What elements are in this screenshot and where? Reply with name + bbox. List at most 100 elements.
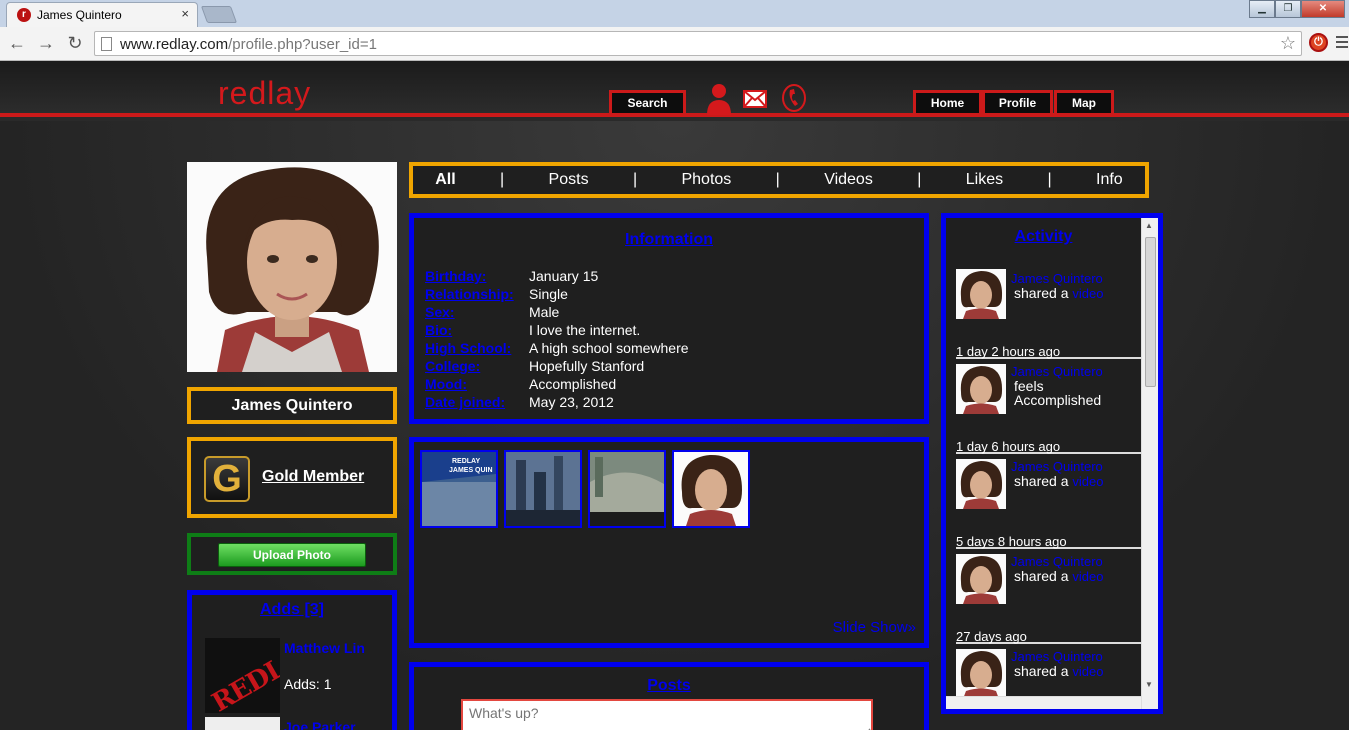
site-logo[interactable]: redlay xyxy=(218,75,311,112)
activity-avatar[interactable] xyxy=(956,649,1006,699)
activity-text: shared a video xyxy=(1014,663,1104,679)
activity-text: shared a video xyxy=(1014,568,1104,584)
add-avatar[interactable]: REDLAY xyxy=(205,638,280,713)
activity-title[interactable]: Activity xyxy=(946,228,1141,246)
scroll-thumb[interactable] xyxy=(1145,237,1156,387)
adds-title[interactable]: Adds [3] xyxy=(192,601,392,619)
map-button[interactable]: Map xyxy=(1054,90,1114,116)
activity-avatar[interactable] xyxy=(956,364,1006,414)
scroll-down-icon[interactable]: ▼ xyxy=(1145,680,1153,689)
home-button[interactable]: Home xyxy=(913,90,982,116)
gold-badge-icon: G xyxy=(204,456,250,502)
tab-all[interactable]: All xyxy=(435,171,455,189)
tab-likes[interactable]: Likes xyxy=(966,171,1003,189)
status-input[interactable] xyxy=(461,699,873,730)
browser-tab[interactable]: r James Quintero × xyxy=(6,2,198,27)
membership-panel: G Gold Member xyxy=(187,437,397,518)
user-icon[interactable] xyxy=(706,83,732,115)
info-label[interactable]: Bio: xyxy=(425,322,529,340)
profile-button[interactable]: Profile xyxy=(982,90,1053,116)
new-tab-button[interactable] xyxy=(200,6,238,23)
add-count: Adds: 1 xyxy=(284,676,332,692)
info-label[interactable]: Sex: xyxy=(425,304,529,322)
info-label[interactable]: Relationship: xyxy=(425,286,529,304)
activity-avatar[interactable] xyxy=(956,269,1006,319)
tab-close-icon[interactable]: × xyxy=(181,6,189,21)
activity-scrollbar[interactable]: ▲ ▼ xyxy=(1141,218,1158,709)
forward-icon[interactable]: → xyxy=(35,33,57,53)
tab-title: James Quintero xyxy=(37,8,122,22)
activity-user-link[interactable]: James Quintero xyxy=(1011,649,1103,664)
tab-posts[interactable]: Posts xyxy=(549,171,589,189)
info-row: Birthday: January 15 xyxy=(425,268,689,286)
photo-thumbnail[interactable]: REDLAY JAMES QUIN xyxy=(420,450,498,528)
tab-separator: | xyxy=(775,171,780,188)
info-label[interactable]: Birthday: xyxy=(425,268,529,286)
photo-thumbnail[interactable] xyxy=(588,450,666,528)
svg-text:JAMES QUIN: JAMES QUIN xyxy=(449,467,493,474)
scroll-up-icon[interactable]: ▲ xyxy=(1145,221,1153,230)
activity-horizontal-scrollbar[interactable] xyxy=(946,696,1141,709)
activity-user-link[interactable]: James Quintero xyxy=(1011,364,1103,379)
upload-photo-button[interactable]: Upload Photo xyxy=(218,543,366,567)
activity-user-link[interactable]: James Quintero xyxy=(1011,554,1103,569)
info-row: Date joined: May 23, 2012 xyxy=(425,394,689,412)
tab-separator: | xyxy=(632,171,638,188)
upload-panel: Upload Photo xyxy=(187,533,397,575)
info-value: May 23, 2012 xyxy=(529,394,614,410)
tab-photos[interactable]: Photos xyxy=(681,171,731,189)
info-label[interactable]: High School: xyxy=(425,340,529,358)
photos-panel: REDLAY JAMES QUIN Slide Show» xyxy=(409,437,929,648)
extension-icon[interactable]: ⏻ xyxy=(1309,33,1328,52)
phone-icon[interactable] xyxy=(781,83,807,113)
activity-video-link[interactable]: video xyxy=(1072,474,1103,489)
reload-icon[interactable]: ↻ xyxy=(64,33,86,53)
activity-video-link[interactable]: video xyxy=(1072,286,1103,301)
activity-time: 1 day 2 hours ago xyxy=(956,344,1142,359)
browser-tab-strip: r James Quintero × ▁ ❐ ✕ xyxy=(0,0,1349,27)
svg-text:REDLAY: REDLAY xyxy=(452,458,480,465)
activity-user-link[interactable]: James Quintero xyxy=(1011,271,1103,286)
profile-photo[interactable] xyxy=(187,162,397,372)
info-label[interactable]: College: xyxy=(425,358,529,376)
photo-thumbnail[interactable] xyxy=(672,450,750,528)
maximize-button[interactable]: ❐ xyxy=(1275,0,1301,18)
back-icon[interactable]: ← xyxy=(6,33,28,53)
posts-panel: Posts xyxy=(409,662,929,730)
add-avatar[interactable] xyxy=(205,717,280,730)
address-bar[interactable]: www.redlay.com/profile.php?user_id=1 ☆ xyxy=(94,31,1302,56)
tab-separator: | xyxy=(917,171,922,188)
minimize-button[interactable]: ▁ xyxy=(1249,0,1275,18)
tab-videos[interactable]: Videos xyxy=(824,171,873,189)
favicon-icon: r xyxy=(17,8,31,22)
activity-video-link[interactable]: video xyxy=(1072,569,1103,584)
search-button[interactable]: Search xyxy=(609,90,686,116)
activity-avatar[interactable] xyxy=(956,554,1006,604)
slideshow-link[interactable]: Slide Show» xyxy=(833,619,916,636)
info-row: Sex: Male xyxy=(425,304,689,322)
gold-member-link[interactable]: Gold Member xyxy=(262,468,364,486)
add-name-link[interactable]: Matthew Lin xyxy=(284,640,365,656)
tab-separator: | xyxy=(500,171,505,188)
info-value: Accomplished xyxy=(529,376,617,392)
info-value: I love the internet. xyxy=(529,322,641,338)
info-label[interactable]: Mood: xyxy=(425,376,529,394)
activity-item: 1 day 6 hours ago James Quintero shared … xyxy=(956,439,1142,534)
activity-user-link[interactable]: James Quintero xyxy=(1011,459,1103,474)
activity-avatar[interactable] xyxy=(956,459,1006,509)
info-value: A high school somewhere xyxy=(529,340,689,356)
tab-separator: | xyxy=(1047,171,1052,188)
posts-title[interactable]: Posts xyxy=(414,677,924,695)
info-label[interactable]: Date joined: xyxy=(425,394,529,412)
close-window-button[interactable]: ✕ xyxy=(1301,0,1345,18)
photo-thumbnail[interactable] xyxy=(504,450,582,528)
add-name-link[interactable]: Joe Parker xyxy=(284,719,356,730)
bookmark-star-icon[interactable]: ☆ xyxy=(1280,33,1296,54)
browser-menu-icon[interactable] xyxy=(1336,36,1348,51)
information-title[interactable]: Information xyxy=(414,231,924,249)
activity-text: shared a video xyxy=(1014,285,1104,301)
activity-video-link[interactable]: video xyxy=(1072,664,1103,679)
browser-toolbar: ← → ↻ www.redlay.com/profile.php?user_id… xyxy=(0,27,1349,61)
mail-icon[interactable] xyxy=(743,90,767,108)
tab-info[interactable]: Info xyxy=(1096,171,1123,189)
